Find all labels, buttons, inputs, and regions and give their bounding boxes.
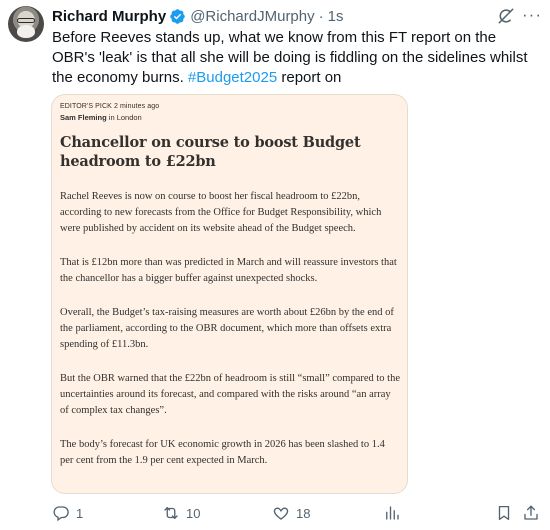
avatar-beard [17, 25, 35, 38]
tweet-actions-bar: 1 10 18 [0, 502, 550, 524]
attached-article-image[interactable]: EDITOR'S PICK 2 minutes ago Sam Fleming … [51, 94, 408, 494]
repost-icon [164, 507, 178, 519]
bookmark-button[interactable] [495, 504, 513, 522]
article-paragraph: The body’s forecast for UK economic grow… [60, 439, 385, 466]
separator-dot: · [318, 7, 324, 25]
share-icon [524, 505, 538, 520]
author-handle[interactable]: @RichardJMurphy [190, 8, 314, 25]
bookmark-icon [498, 505, 510, 521]
tweet-header: Richard Murphy @RichardJMurphy · 1s [52, 6, 343, 26]
tweet-text-tail: report on [277, 69, 342, 86]
more-icon[interactable]: ··· [522, 6, 542, 23]
article-byline: Sam Fleming in London [60, 113, 400, 122]
repost-count: 10 [186, 505, 201, 521]
avatar[interactable] [8, 6, 44, 42]
tweet-text: Before Reeves stands up, what we know fr… [52, 28, 538, 88]
grok-icon[interactable] [496, 6, 516, 26]
repost-button[interactable]: 10 [162, 504, 200, 522]
author-name[interactable]: Richard Murphy [52, 8, 166, 25]
share-button[interactable] [522, 504, 540, 522]
article-paragraph: But the OBR warned that the £22bn of hea… [60, 373, 401, 416]
heart-icon [273, 507, 289, 520]
reply-icon [53, 506, 69, 522]
views-icon [386, 506, 399, 520]
article-title: Chancellor on course to boost Budget hea… [60, 134, 361, 170]
article-location: in London [106, 113, 142, 122]
article-paragraph: Rachel Reeves is now on course to boost … [60, 191, 382, 234]
article-paragraph: That is £12bn more than was predicted in… [60, 257, 397, 284]
editors-pick-label: EDITOR'S PICK 2 minutes ago [60, 103, 160, 110]
views-button[interactable] [383, 504, 407, 522]
verified-badge-icon [169, 8, 186, 25]
article-author: Sam Fleming [60, 113, 107, 122]
reply-button[interactable]: 1 [52, 504, 83, 522]
reply-count: 1 [76, 505, 84, 521]
like-count: 18 [296, 505, 311, 521]
timestamp[interactable]: 1s [328, 8, 344, 25]
hashtag-link[interactable]: #Budget2025 [188, 69, 277, 86]
like-button[interactable]: 18 [272, 504, 310, 522]
article-paragraph: Overall, the Budget’s tax-raising measur… [60, 307, 394, 350]
avatar-glasses [17, 18, 35, 23]
